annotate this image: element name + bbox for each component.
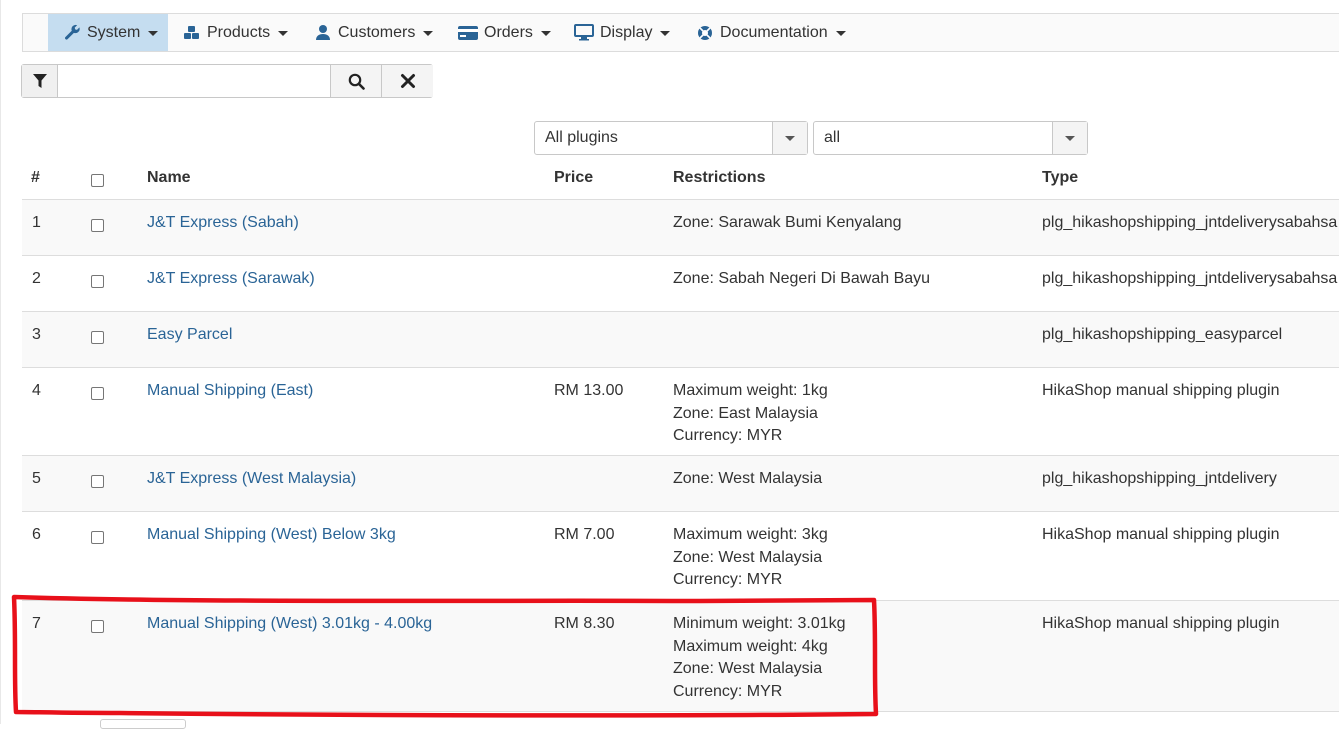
row-restriction: Currency: MYR bbox=[673, 571, 783, 588]
row-number: 3 bbox=[32, 326, 41, 343]
row-name-link[interactable]: J&T Express (Sabah) bbox=[147, 212, 299, 235]
search-icon bbox=[348, 73, 365, 90]
row-type: plg_hikashopshipping_jntdeliverysabahsa bbox=[1042, 214, 1338, 231]
row-checkbox[interactable] bbox=[91, 620, 104, 633]
row-price: RM 7.00 bbox=[554, 526, 615, 543]
search-group bbox=[21, 64, 433, 98]
select-all-checkbox[interactable] bbox=[91, 174, 104, 187]
filter-icon bbox=[32, 74, 47, 88]
menu-customers-label: Customers bbox=[338, 23, 416, 41]
row-restriction: Zone: West Malaysia bbox=[673, 470, 823, 487]
row-type: HikaShop manual shipping plugin bbox=[1042, 615, 1280, 632]
row-price: RM 13.00 bbox=[554, 382, 624, 399]
col-header-restrictions: Restrictions bbox=[673, 169, 766, 186]
chevron-down-icon bbox=[423, 31, 434, 36]
clear-search-button[interactable] bbox=[381, 65, 433, 97]
row-checkbox[interactable] bbox=[91, 219, 104, 232]
row-type: HikaShop manual shipping plugin bbox=[1042, 382, 1280, 399]
row-number: 5 bbox=[32, 470, 41, 487]
row-restriction: Zone: Sabah Negeri Di Bawah Bayu bbox=[673, 270, 931, 287]
chevron-down-icon bbox=[660, 31, 671, 36]
row-price: RM 8.30 bbox=[554, 615, 615, 632]
chevron-down-icon bbox=[148, 31, 159, 36]
table-row: 6 Manual Shipping (West) Below 3kg RM 7.… bbox=[22, 511, 1339, 600]
chevron-down-icon bbox=[772, 122, 807, 154]
col-header-price[interactable]: Price bbox=[554, 169, 593, 187]
row-restriction: Currency: MYR bbox=[673, 682, 783, 700]
col-header-name[interactable]: Name bbox=[147, 169, 191, 187]
menu-products[interactable]: Products bbox=[183, 14, 289, 51]
user-icon bbox=[314, 24, 332, 42]
cubes-icon bbox=[183, 24, 201, 42]
col-header-num: # bbox=[31, 169, 40, 186]
monitor-icon bbox=[573, 24, 594, 42]
row-checkbox[interactable] bbox=[91, 531, 104, 544]
close-icon bbox=[400, 74, 415, 88]
menu-display[interactable]: Display bbox=[573, 14, 671, 51]
row-restriction: Zone: West Malaysia bbox=[673, 660, 823, 677]
menu-system-label: System bbox=[87, 23, 141, 41]
menu-orders-label: Orders bbox=[484, 23, 533, 41]
chevron-down-icon bbox=[278, 31, 289, 36]
row-number: 1 bbox=[32, 214, 41, 231]
filter-button[interactable] bbox=[22, 65, 58, 97]
credit-card-icon bbox=[458, 24, 478, 42]
row-name-link[interactable]: J&T Express (West Malaysia) bbox=[147, 468, 356, 491]
row-restriction: Zone: Sarawak Bumi Kenyalang bbox=[673, 214, 902, 231]
table-row: 5 J&T Express (West Malaysia) Zone: West… bbox=[22, 455, 1339, 511]
search-input[interactable] bbox=[58, 65, 330, 97]
row-number: 2 bbox=[32, 270, 41, 287]
row-checkbox[interactable] bbox=[91, 331, 104, 344]
row-restriction: Maximum weight: 3kg bbox=[673, 526, 828, 543]
pagination-control[interactable] bbox=[100, 719, 186, 729]
table-row: 4 Manual Shipping (East) RM 13.00 Maximu… bbox=[22, 367, 1339, 455]
row-restriction: Currency: MYR bbox=[673, 427, 783, 444]
row-checkbox[interactable] bbox=[91, 275, 104, 288]
menu-system[interactable]: System bbox=[48, 14, 168, 51]
table-row: 1 J&T Express (Sabah) Zone: Sarawak Bumi… bbox=[22, 199, 1339, 255]
menu-orders[interactable]: Orders bbox=[458, 14, 551, 51]
page-edge bbox=[0, 0, 1, 724]
plugin-filter-select[interactable]: All plugins bbox=[534, 121, 808, 155]
row-name-link[interactable]: J&T Express (Sarawak) bbox=[147, 268, 315, 291]
menu-documentation[interactable]: Documentation bbox=[696, 14, 846, 51]
menu-display-label: Display bbox=[600, 23, 653, 41]
row-restriction: Minimum weight: 3.01kg bbox=[673, 615, 846, 632]
row-name-link[interactable]: Manual Shipping (East) bbox=[147, 380, 313, 403]
row-type: plg_hikashopshipping_easyparcel bbox=[1042, 326, 1283, 343]
table-row: 7 Manual Shipping (West) 3.01kg - 4.00kg… bbox=[22, 600, 1339, 712]
row-restriction: Zone: West Malaysia bbox=[673, 548, 823, 566]
row-checkbox[interactable] bbox=[91, 387, 104, 400]
published-filter-select[interactable]: all bbox=[813, 121, 1088, 155]
top-menu-bar: System Products Customers Orders Display bbox=[22, 13, 1339, 52]
row-name-link[interactable]: Manual Shipping (West) 3.01kg - 4.00kg bbox=[147, 613, 432, 636]
table-row: 3 Easy Parcel plg_hikashopshipping_easyp… bbox=[22, 311, 1339, 367]
row-restriction: Maximum weight: 4kg bbox=[673, 637, 828, 655]
chevron-down-icon bbox=[1052, 122, 1087, 154]
row-restriction: Zone: East Malaysia bbox=[673, 404, 818, 422]
row-name-link[interactable]: Easy Parcel bbox=[147, 324, 232, 347]
chevron-down-icon bbox=[835, 31, 846, 36]
row-number: 4 bbox=[32, 382, 41, 399]
plugin-filter-value: All plugins bbox=[545, 129, 618, 146]
row-number: 6 bbox=[32, 526, 41, 543]
row-checkbox[interactable] bbox=[91, 475, 104, 488]
search-button[interactable] bbox=[330, 65, 382, 97]
row-number: 7 bbox=[32, 615, 41, 632]
row-restriction: Maximum weight: 1kg bbox=[673, 382, 828, 399]
menu-documentation-label: Documentation bbox=[720, 23, 828, 41]
row-type: plg_hikashopshipping_jntdeliverysabahsa bbox=[1042, 270, 1338, 287]
lifebuoy-icon bbox=[696, 24, 714, 42]
chevron-down-icon bbox=[540, 31, 551, 36]
row-type: plg_hikashopshipping_jntdelivery bbox=[1042, 470, 1277, 487]
col-header-type[interactable]: Type bbox=[1042, 169, 1078, 187]
table-row: 2 J&T Express (Sarawak) Zone: Sabah Nege… bbox=[22, 255, 1339, 311]
wrench-icon bbox=[63, 24, 81, 42]
row-name-link[interactable]: Manual Shipping (West) Below 3kg bbox=[147, 524, 396, 547]
menu-products-label: Products bbox=[207, 23, 271, 41]
row-type: HikaShop manual shipping plugin bbox=[1042, 526, 1280, 543]
published-filter-value: all bbox=[824, 129, 841, 146]
menu-customers[interactable]: Customers bbox=[314, 14, 434, 51]
